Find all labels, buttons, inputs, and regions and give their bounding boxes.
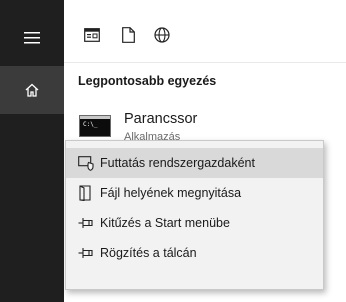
menu-item-label: Rögzítés a tálcán: [100, 246, 197, 260]
pin-icon: [78, 215, 94, 231]
menu-item-run-as-admin[interactable]: Futtatás rendszergazdaként: [66, 148, 323, 178]
best-match-result[interactable]: C:\_ Parancssor Alkalmazás: [64, 101, 346, 145]
menu-item-pin-to-start[interactable]: Kitűzés a Start menübe: [66, 208, 323, 238]
hamburger-menu-button[interactable]: [0, 14, 64, 62]
menu-item-label: Futtatás rendszergazdaként: [100, 156, 255, 170]
apps-filter-button[interactable]: [82, 25, 102, 45]
home-icon: [25, 83, 39, 97]
web-filter-button[interactable]: [152, 25, 172, 45]
menu-item-pin-to-taskbar[interactable]: Rögzítés a tálcán: [66, 238, 323, 268]
result-title: Parancssor: [124, 111, 198, 127]
menu-item-label: Kitűzés a Start menübe: [100, 216, 230, 230]
toolbar-divider: [64, 62, 346, 63]
run-as-admin-icon: [78, 155, 94, 171]
web-icon: [154, 27, 170, 43]
apps-icon: [84, 28, 100, 42]
documents-filter-button[interactable]: [118, 25, 138, 45]
pin-icon: [78, 245, 94, 261]
documents-icon: [121, 27, 135, 43]
hamburger-menu-icon: [24, 32, 40, 44]
left-rail: [0, 0, 64, 302]
command-prompt-icon: C:\_: [79, 115, 111, 137]
home-button[interactable]: [0, 66, 64, 114]
open-file-location-icon: [78, 185, 94, 201]
best-match-heading: Legpontosabb egyezés: [78, 74, 217, 88]
context-menu: Futtatás rendszergazdaként Fájl helyének…: [65, 140, 324, 290]
menu-item-open-file-location[interactable]: Fájl helyének megnyitása: [66, 178, 323, 208]
start-search-window: Legpontosabb egyezés C:\_ Parancssor Alk…: [0, 0, 346, 302]
filter-toolbar: [64, 0, 346, 62]
menu-item-label: Fájl helyének megnyitása: [100, 186, 242, 200]
